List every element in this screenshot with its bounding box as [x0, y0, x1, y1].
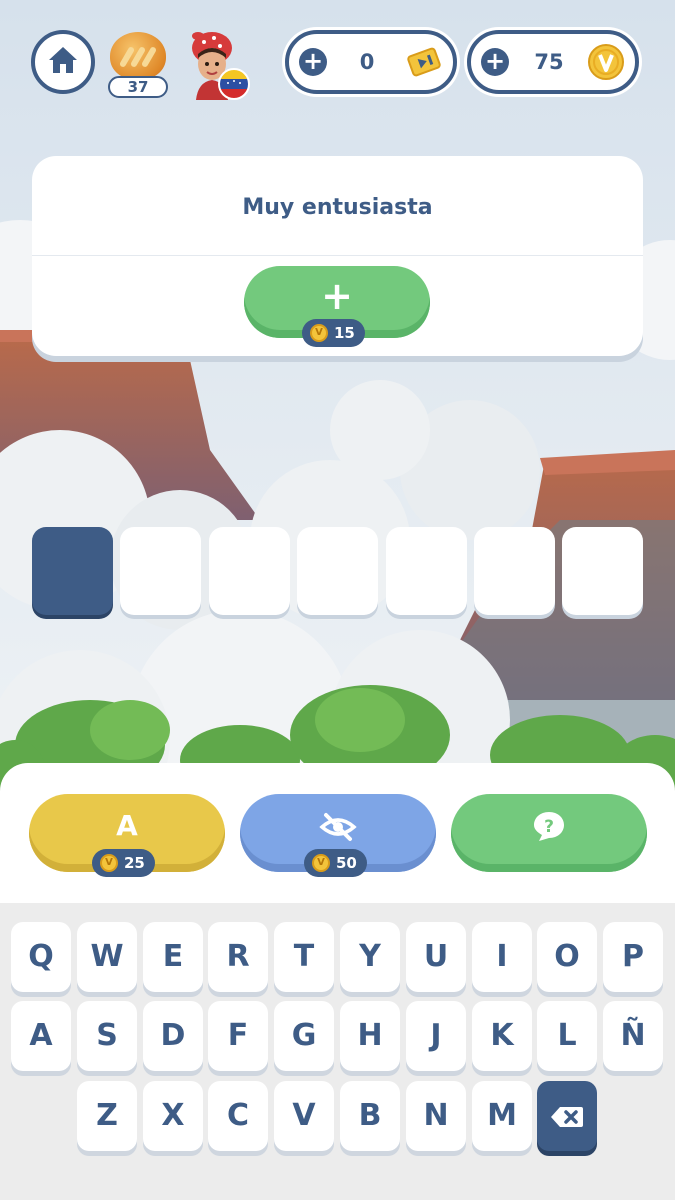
reveal-letter-cost-value: 25 [124, 854, 145, 872]
venezuela-flag-icon [218, 68, 250, 104]
level-indicator[interactable]: 37 [108, 32, 168, 98]
key-d[interactable]: D [143, 1001, 203, 1071]
remove-letters-cost: V 50 [304, 849, 367, 877]
key-j[interactable]: J [406, 1001, 466, 1071]
backspace-icon [550, 1098, 584, 1133]
key-w[interactable]: W [77, 922, 137, 992]
key-m[interactable]: M [472, 1081, 532, 1151]
key-e[interactable]: E [143, 922, 203, 992]
bread-icon [110, 32, 166, 80]
answer-tile[interactable] [297, 527, 378, 615]
plus-icon[interactable]: + [481, 48, 509, 76]
key-f[interactable]: F [208, 1001, 268, 1071]
answer-tiles [32, 527, 643, 617]
level-badge: 37 [108, 76, 168, 98]
key-o[interactable]: O [537, 922, 597, 992]
tickets-counter[interactable]: + 0 [285, 30, 457, 94]
key-v[interactable]: V [274, 1081, 334, 1151]
clue-card: Muy entusiasta + V 15 [32, 156, 643, 356]
coin-icon: V [312, 854, 330, 872]
plus-icon[interactable]: + [299, 48, 327, 76]
reveal-letter-glyph: A [116, 809, 138, 842]
key-l[interactable]: L [537, 1001, 597, 1071]
clue-text: Muy entusiasta [242, 195, 433, 220]
question-bubble-icon: ? [451, 808, 647, 844]
key-y[interactable]: Y [340, 922, 400, 992]
add-clue-cost: V 15 [302, 319, 365, 347]
coins-counter[interactable]: + 75 [467, 30, 639, 94]
backspace-key[interactable] [537, 1081, 597, 1151]
reveal-letter-cost: V 25 [92, 849, 155, 877]
answer-tile[interactable] [209, 527, 290, 615]
remove-letters-cost-value: 50 [336, 854, 357, 872]
ticket-icon [405, 43, 443, 81]
key-x[interactable]: X [143, 1081, 203, 1151]
key-r[interactable]: R [208, 922, 268, 992]
home-icon [47, 45, 79, 79]
key-h[interactable]: H [340, 1001, 400, 1071]
key-k[interactable]: K [472, 1001, 532, 1071]
help-glyph: ? [544, 817, 554, 837]
plus-icon: + [321, 274, 353, 318]
key-s[interactable]: S [77, 1001, 137, 1071]
coin-icon: V [310, 324, 328, 342]
tickets-value: 0 [359, 50, 375, 74]
coin-icon: V [100, 854, 118, 872]
key-b[interactable]: B [340, 1081, 400, 1151]
top-bar: 37 + 0 + 75 [0, 28, 675, 100]
tools-panel: A V 25 V 50 ? [0, 763, 675, 903]
answer-tile[interactable] [32, 527, 113, 615]
key-p[interactable]: P [603, 922, 663, 992]
coins-value: 75 [534, 50, 564, 74]
eye-slash-icon [240, 808, 436, 844]
key-g[interactable]: G [274, 1001, 334, 1071]
key-a[interactable]: A [11, 1001, 71, 1071]
key-i[interactable]: I [472, 922, 532, 992]
background-scene [0, 0, 675, 800]
key-z[interactable]: Z [77, 1081, 137, 1151]
divider [32, 255, 643, 256]
avatar[interactable] [186, 28, 254, 100]
coin-icon [587, 43, 625, 81]
answer-tile[interactable] [386, 527, 467, 615]
key-n-tilde[interactable]: Ñ [603, 1001, 663, 1071]
add-clue-cost-value: 15 [334, 324, 355, 342]
key-q[interactable]: Q [11, 922, 71, 992]
key-u[interactable]: U [406, 922, 466, 992]
key-c[interactable]: C [208, 1081, 268, 1151]
key-n[interactable]: N [406, 1081, 466, 1151]
home-button[interactable] [31, 30, 95, 94]
key-t[interactable]: T [274, 922, 334, 992]
answer-tile[interactable] [120, 527, 201, 615]
answer-tile[interactable] [562, 527, 643, 615]
help-button[interactable]: ? [451, 794, 647, 872]
keyboard: Q W E R T Y U I O P A S D F G H J K L Ñ … [0, 903, 675, 1200]
answer-tile[interactable] [474, 527, 555, 615]
